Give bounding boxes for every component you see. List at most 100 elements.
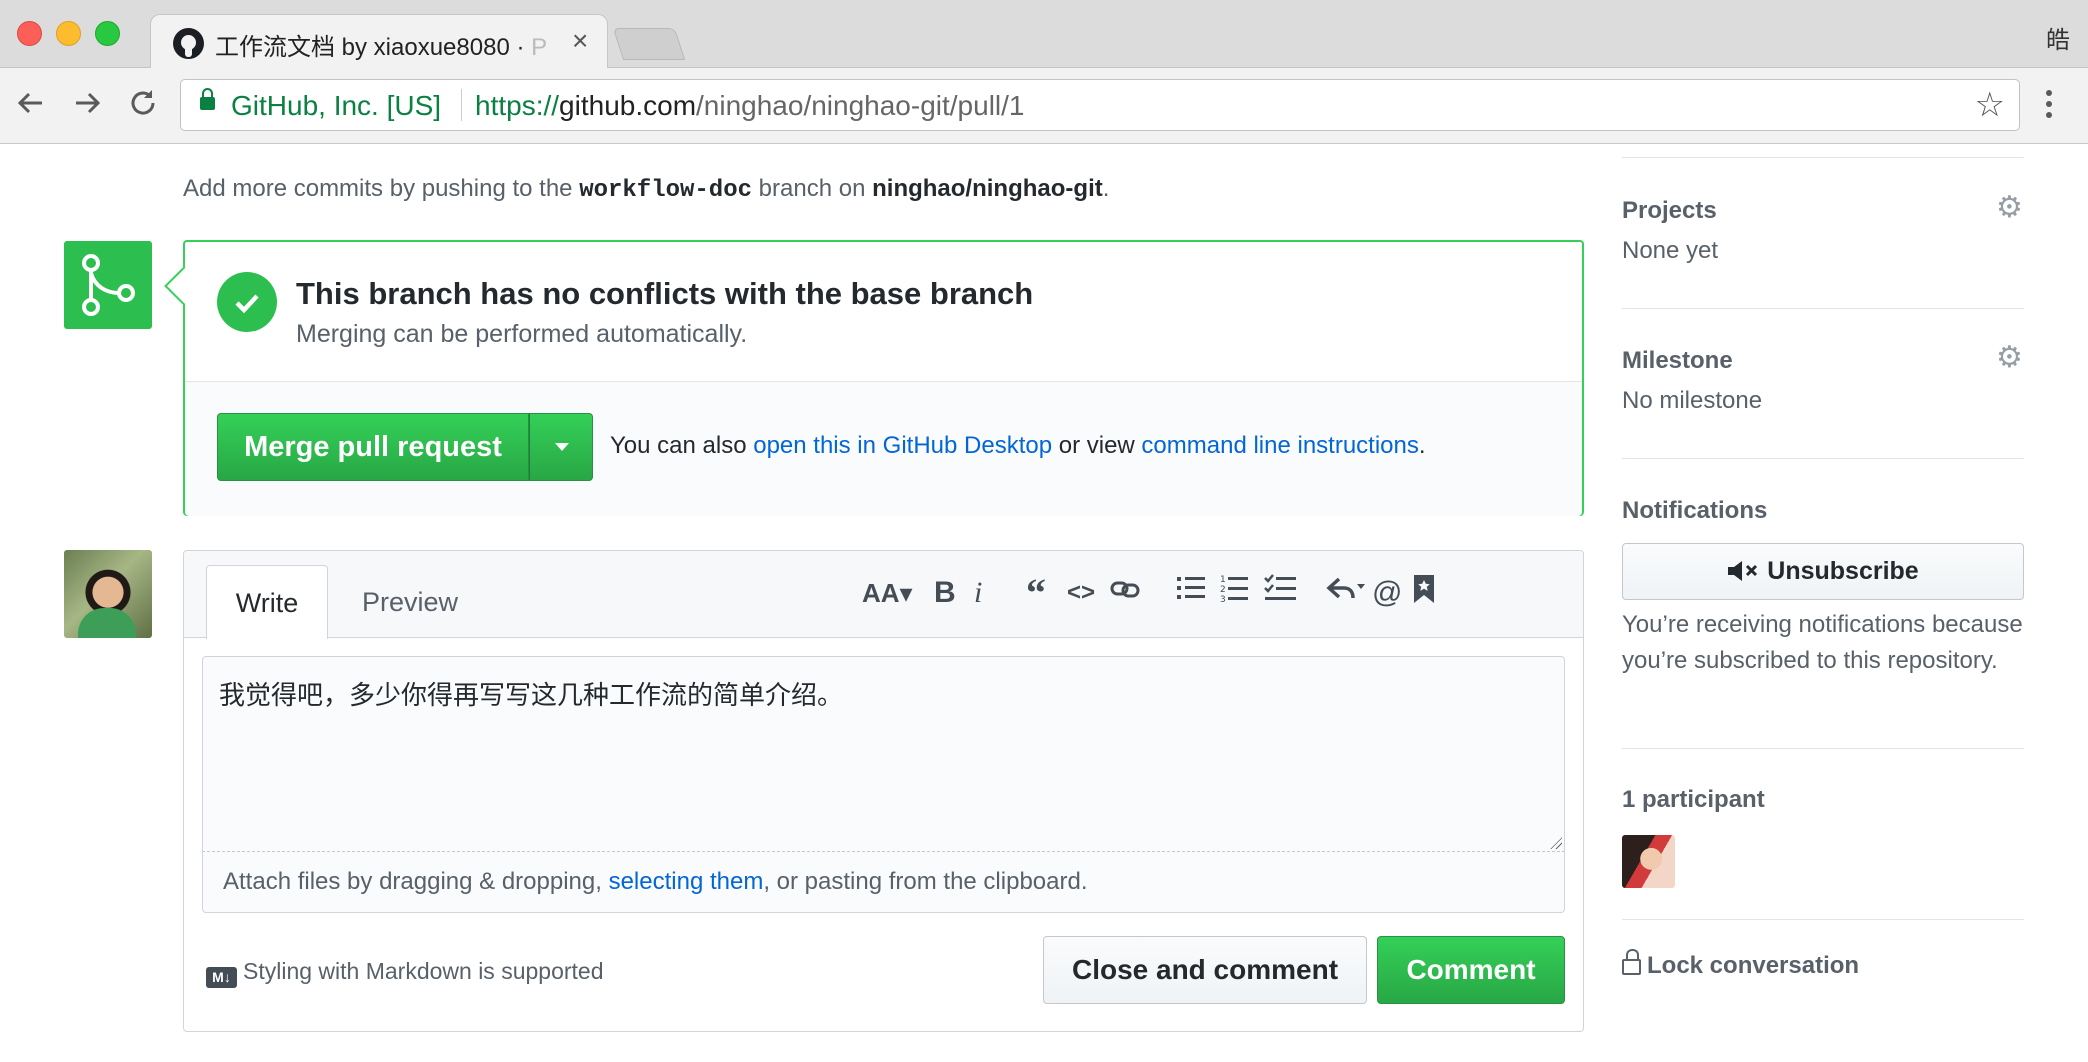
branch-name: workflow-doc — [579, 177, 753, 204]
comment-textarea[interactable]: 我觉得吧，多少你得再写写这几种工作流的简单介绍。 — [202, 656, 1565, 852]
reference-icon[interactable] — [1412, 573, 1436, 616]
avatar[interactable] — [64, 550, 152, 638]
notification-reason: You’re receiving notifications because y… — [1622, 611, 2023, 674]
url-host: github.com — [559, 90, 697, 121]
push-hint-text: Add more commits by pushing to the — [183, 175, 580, 202]
lock-conversation-label: Lock conversation — [1647, 952, 1860, 979]
alternative-merge-text: You can also open this in GitHub Desktop… — [610, 432, 1426, 460]
gear-icon[interactable]: ⚙ — [1996, 343, 2023, 373]
also-suffix: . — [1418, 432, 1426, 459]
merge-status-title: This branch has no conflicts with the ba… — [296, 276, 1034, 311]
reload-icon[interactable] — [126, 86, 160, 127]
mute-icon — [1728, 561, 1758, 581]
sidebar-divider — [1622, 748, 2024, 749]
task-list-icon[interactable] — [1264, 573, 1296, 614]
comment-button[interactable]: Comment — [1377, 936, 1565, 1004]
browser-tab-strip: 工作流文档 by xiaoxue8080 · P × 皓 — [0, 0, 2088, 70]
command-line-instructions-link[interactable]: command line instructions — [1141, 432, 1418, 459]
participant-avatar[interactable] — [1622, 835, 1675, 888]
svg-text:1: 1 — [1220, 575, 1226, 585]
push-hint-end: . — [1102, 175, 1110, 202]
sidebar-divider — [1622, 919, 2024, 920]
github-favicon-icon — [173, 28, 204, 59]
tab-title-overflow: P — [531, 34, 548, 61]
ev-certificate-name[interactable]: GitHub, Inc. [US] — [231, 90, 441, 122]
lock-conversation-button[interactable]: Lock conversation — [1622, 949, 1860, 980]
merge-pull-request-button[interactable]: Merge pull request — [217, 413, 529, 481]
check-icon — [217, 272, 277, 332]
merge-actions: Merge pull request You can also open thi… — [185, 381, 1582, 516]
participants-heading: 1 participant — [1622, 786, 1765, 813]
milestone-heading: Milestone — [1622, 347, 1733, 374]
unordered-list-icon[interactable] — [1177, 573, 1205, 614]
saved-reply-icon[interactable] — [1326, 573, 1366, 614]
padlock-icon — [1622, 949, 1641, 975]
bookmark-star-icon[interactable]: ☆ — [1975, 85, 2005, 125]
url-text[interactable]: https://github.com/ninghao/ninghao-git/p… — [475, 90, 1025, 122]
back-arrow-icon[interactable] — [14, 86, 48, 127]
attach-prefix: Attach files by dragging & dropping, — [223, 868, 609, 895]
milestone-value: No milestone — [1622, 387, 1763, 414]
push-hint: Add more commits by pushing to the workf… — [183, 175, 1109, 204]
sidebar-divider — [1622, 157, 2024, 158]
text-size-icon[interactable]: AA▾ — [862, 573, 913, 613]
url-scheme: https:// — [475, 90, 560, 121]
profile-button[interactable]: 皓 — [2046, 20, 2070, 55]
link-icon[interactable] — [1109, 573, 1141, 616]
close-and-comment-button[interactable]: Close and comment — [1043, 936, 1367, 1004]
svg-text:2: 2 — [1220, 585, 1226, 595]
notifications-heading: Notifications — [1622, 497, 1768, 524]
merge-method-dropdown[interactable] — [529, 413, 593, 481]
comment-text: 我觉得吧，多少你得再写写这几种工作流的简单介绍。 — [219, 680, 844, 710]
select-files-link[interactable]: selecting them — [609, 868, 764, 895]
also-mid: or view — [1052, 432, 1142, 459]
new-tab-button[interactable] — [612, 28, 686, 60]
tab-write[interactable]: Write — [206, 565, 328, 639]
window-zoom-button[interactable] — [95, 21, 120, 46]
merge-status-subtitle: Merging can be performed automatically. — [296, 320, 748, 348]
bold-icon[interactable]: B — [934, 573, 956, 613]
italic-icon[interactable]: i — [974, 573, 982, 613]
open-in-desktop-link[interactable]: open this in GitHub Desktop — [753, 432, 1052, 459]
resize-handle[interactable] — [1550, 837, 1562, 849]
file-attach-area[interactable]: Attach files by dragging & dropping, sel… — [202, 852, 1565, 913]
address-bar[interactable]: GitHub, Inc. [US] https://github.com/nin… — [180, 79, 2020, 131]
markdown-note[interactable]: M↓ Styling with Markdown is supported — [206, 958, 604, 988]
pull-request-page: Add more commits by pushing to the workf… — [0, 145, 2088, 1062]
secure-lock-icon — [200, 88, 215, 110]
forward-arrow-icon[interactable] — [70, 86, 104, 127]
comment-toolbar: Write Preview AA▾ B i “ <> 123 @ — [184, 551, 1583, 639]
ordered-list-icon[interactable]: 123 — [1220, 573, 1248, 614]
code-icon[interactable]: <> — [1067, 573, 1095, 613]
projects-value: None yet — [1622, 237, 1719, 264]
git-merge-icon — [64, 241, 152, 329]
also-prefix: You can also — [610, 432, 754, 459]
browser-toolbar: GitHub, Inc. [US] https://github.com/nin… — [0, 68, 2088, 144]
unsubscribe-label: Unsubscribe — [1767, 557, 1919, 585]
projects-heading: Projects — [1622, 197, 1717, 224]
sidebar-divider — [1622, 458, 2024, 459]
push-hint-mid: branch on — [752, 175, 873, 202]
markdown-note-text: Styling with Markdown is supported — [243, 958, 604, 984]
window-minimize-button[interactable] — [56, 21, 81, 46]
sidebar-divider — [1622, 308, 2024, 309]
tab-title: 工作流文档 by xiaoxue8080 · P — [215, 27, 559, 62]
gear-icon[interactable]: ⚙ — [1996, 193, 2023, 223]
svg-text:3: 3 — [1220, 595, 1226, 603]
merge-status-box: This branch has no conflicts with the ba… — [183, 240, 1584, 516]
mention-icon[interactable]: @ — [1372, 573, 1402, 613]
url-path: /ninghao/ninghao-git/pull/1 — [696, 90, 1025, 121]
address-separator — [461, 89, 462, 121]
new-comment-form: Write Preview AA▾ B i “ <> 123 @ 我觉得吧，多少… — [183, 550, 1584, 1032]
attach-suffix: , or pasting from the clipboard. — [763, 868, 1088, 895]
browser-menu-icon[interactable] — [2046, 90, 2052, 123]
tab-preview[interactable]: Preview — [362, 565, 458, 639]
tab-title-text: 工作流文档 by xiaoxue8080 · — [215, 34, 532, 61]
window-close-button[interactable] — [17, 21, 42, 46]
unsubscribe-button[interactable]: Unsubscribe — [1622, 543, 2024, 600]
browser-tab-active[interactable]: 工作流文档 by xiaoxue8080 · P × — [150, 14, 608, 70]
markdown-icon: M↓ — [206, 967, 237, 988]
repo-name: ninghao/ninghao-git — [872, 175, 1103, 202]
quote-icon[interactable]: “ — [1026, 573, 1046, 613]
tab-close-icon[interactable]: × — [572, 25, 588, 57]
